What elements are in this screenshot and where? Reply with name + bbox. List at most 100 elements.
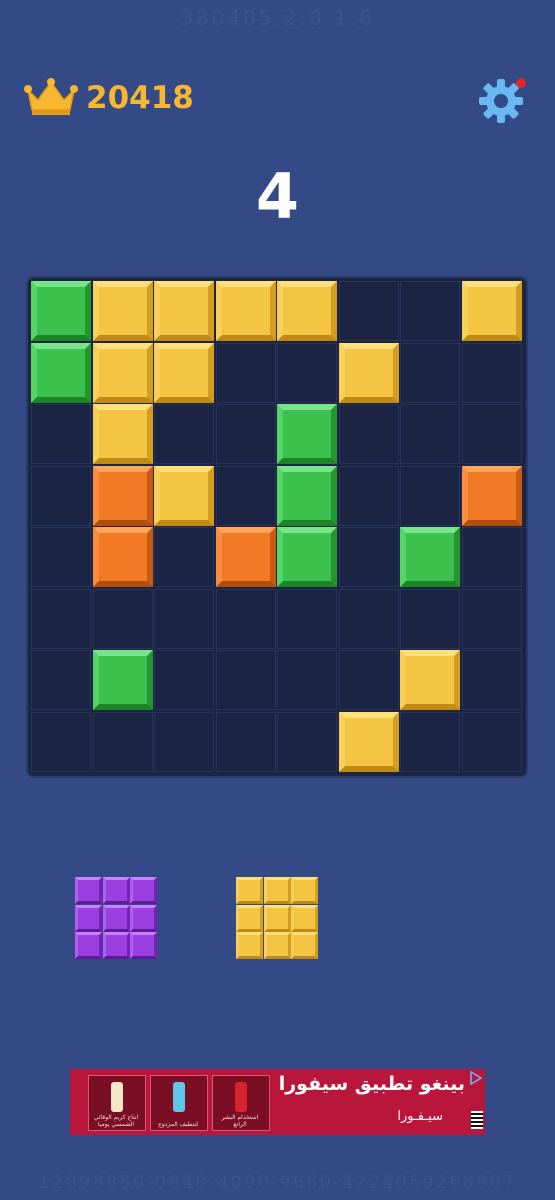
yellow-block [461,281,522,341]
board-cell[interactable] [461,650,522,710]
board-cell[interactable] [92,711,153,772]
board-cell[interactable] [461,404,522,464]
tray-piece-yellow[interactable] [236,877,319,960]
piece-block [102,877,130,904]
board-cell[interactable] [31,588,91,649]
ad-brand: سيـفـورا [397,1109,443,1124]
board-cell[interactable] [338,281,399,341]
ad-banner[interactable]: انتاج كريم الوقائي الشمسي يوميا لتنظيف ا… [70,1069,485,1135]
board-cell[interactable] [215,588,276,649]
board-cell[interactable] [154,711,214,772]
board-cell[interactable] [92,588,153,649]
yellow-block [92,404,153,464]
board-cell[interactable] [461,588,522,649]
board-cell[interactable] [338,588,399,649]
board-cell[interactable] [154,650,214,710]
board-cell[interactable] [277,342,337,403]
board-cell[interactable] [215,404,276,464]
board-cell[interactable] [400,465,460,526]
ad-product-image [173,1082,185,1112]
piece-block [291,904,318,932]
piece-block [102,904,130,932]
board-cell[interactable] [31,527,91,587]
piece-block [263,932,291,959]
piece-block [263,904,291,932]
board-cell[interactable] [461,527,522,587]
brand-logo-icon [471,1111,483,1129]
board-cell[interactable] [277,711,337,772]
ad-product-caption: لتنظيف المزدوج [157,1121,199,1128]
piece-block [75,904,102,932]
piece-block [130,904,157,932]
piece-block [263,877,291,904]
board-cell[interactable] [400,588,460,649]
yellow-block [338,711,399,772]
piece-block [75,932,102,959]
board-cell[interactable] [277,650,337,710]
piece-block [291,932,318,959]
board-cell[interactable] [338,527,399,587]
best-score-display: 20418 [24,76,194,120]
yellow-block [92,281,153,341]
piece-block [102,932,130,959]
piece-block [291,877,318,904]
board-cell[interactable] [154,588,214,649]
tray-piece-purple[interactable] [75,877,158,960]
ad-product-3: استخدام البشر الراتع [212,1075,270,1131]
piece-block [236,904,263,932]
board-cell[interactable] [400,711,460,772]
board-cell[interactable] [277,588,337,649]
yellow-block [92,342,153,403]
board-cell[interactable] [215,711,276,772]
notification-badge [516,78,526,88]
board-cell[interactable] [338,465,399,526]
crown-icon [24,78,78,115]
board-cell[interactable] [338,650,399,710]
board-cell[interactable] [31,404,91,464]
yellow-block [277,281,337,341]
settings-button[interactable] [478,74,528,124]
ad-product-image [235,1082,247,1112]
ad-product-2: لتنظيف المزدوج [150,1075,208,1131]
yellow-block [154,465,214,526]
piece-block [75,877,102,904]
green-block [400,527,460,587]
best-score-value: 20418 [86,80,194,116]
green-block [92,650,153,710]
ad-product-1: انتاج كريم الوقائي الشمسي يوميا [88,1075,146,1131]
board-cell[interactable] [215,342,276,403]
ad-product-caption: استخدام البشر الراتع [221,1114,259,1128]
orange-block [92,527,153,587]
piece-block [130,877,157,904]
board-cell[interactable] [31,650,91,710]
board-cell[interactable] [215,465,276,526]
piece-block [130,932,157,959]
board-cell[interactable] [154,404,214,464]
board-cell[interactable] [461,342,522,403]
board-cell[interactable] [154,527,214,587]
board-cell[interactable] [461,711,522,772]
board-cell[interactable] [215,650,276,710]
yellow-block [215,281,276,341]
piece-block [236,932,263,959]
ad-product-caption: انتاج كريم الوقائي الشمسي يوميا [93,1114,139,1128]
yellow-block [338,342,399,403]
board-cell[interactable] [31,465,91,526]
green-block [31,342,91,403]
build-id-text: 380405.2.0.1.0 [180,6,375,30]
board-cell[interactable] [400,342,460,403]
yellow-block [154,281,214,341]
ad-product-image [111,1082,123,1112]
orange-block [215,527,276,587]
current-score: 4 [255,160,300,233]
board-cell[interactable] [400,281,460,341]
green-block [277,465,337,526]
board-cell[interactable] [338,404,399,464]
board-cell[interactable] [31,711,91,772]
ad-choices-icon[interactable] [469,1071,483,1085]
game-board[interactable] [28,278,526,776]
orange-block [92,465,153,526]
green-block [277,527,337,587]
green-block [31,281,91,341]
board-cell[interactable] [400,404,460,464]
